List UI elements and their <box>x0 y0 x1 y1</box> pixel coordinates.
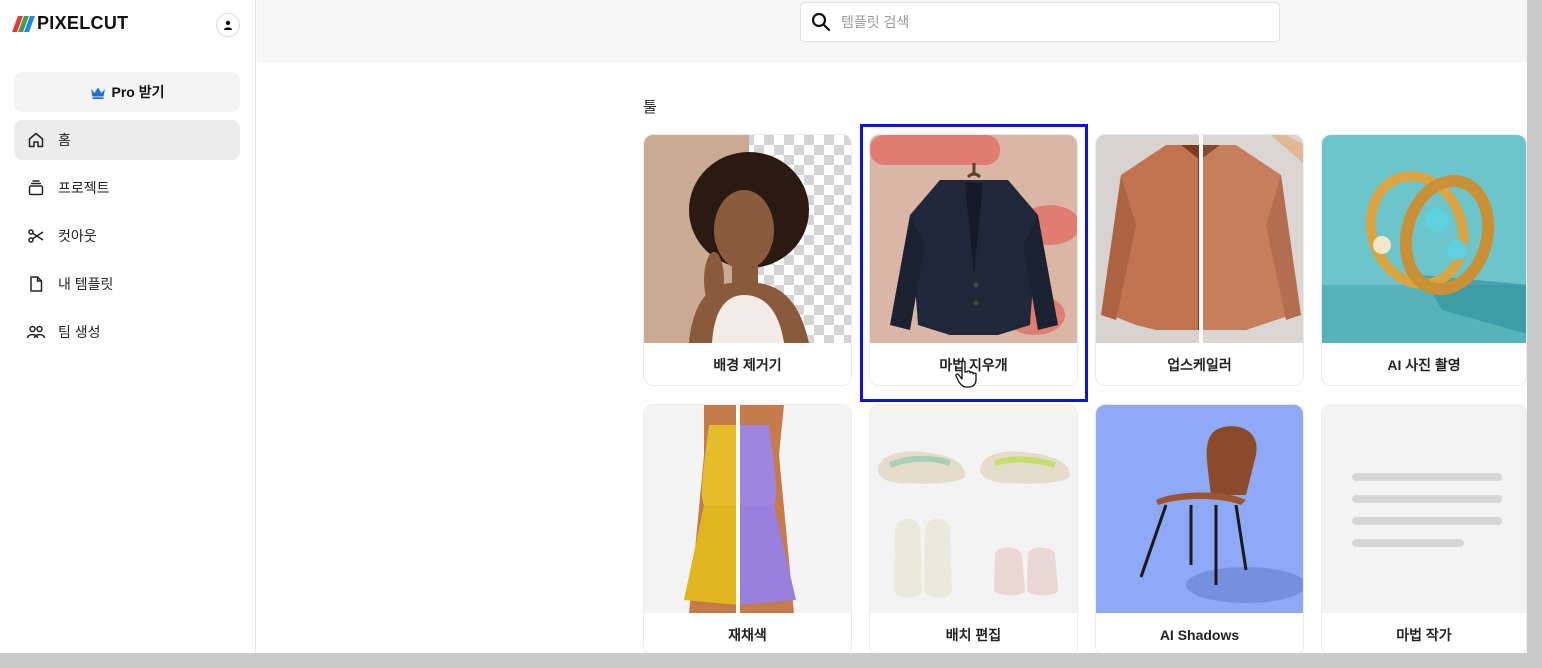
tools-section-title: 툴 <box>643 99 657 116</box>
tool-card-ai-shadows[interactable]: AI Shadows <box>1095 404 1304 653</box>
tool-thumbnail <box>644 135 851 343</box>
tool-card-ai-photoshoot[interactable]: AI 사진 촬영 <box>1321 134 1527 386</box>
sidebar-item-cutout[interactable]: 컷아웃 <box>14 216 240 256</box>
tool-card-label: AI 사진 촬영 <box>1387 357 1461 373</box>
tool-card-background-remover[interactable]: 배경 제거기 <box>643 134 852 386</box>
sidebar: PIXELCUT Pro 받기 홈 프로젝트 컷아웃 내 템플릿 팀 생성 <box>0 0 256 653</box>
sidebar-item-label: 내 템플릿 <box>58 276 114 292</box>
home-icon <box>26 130 46 150</box>
crown-icon <box>90 87 105 99</box>
sidebar-item-label: 프로젝트 <box>58 180 110 196</box>
hand-cursor-icon <box>955 360 977 388</box>
scissors-icon <box>26 226 46 246</box>
search-icon <box>811 12 831 32</box>
file-icon <box>26 274 46 294</box>
sidebar-item-label: 홈 <box>58 132 71 148</box>
tool-card-recolor[interactable]: 재채색 <box>643 404 852 653</box>
tool-thumbnail <box>1322 405 1526 613</box>
tool-card-label: 재채색 <box>728 627 767 643</box>
account-button[interactable] <box>216 13 240 37</box>
pixelcut-logo[interactable]: PIXELCUT <box>12 13 129 34</box>
brand-name: PIXELCUT <box>37 13 129 33</box>
tool-card-label: 배치 편집 <box>945 627 1002 643</box>
get-pro-button[interactable]: Pro 받기 <box>14 72 240 112</box>
tool-card-magic-writer[interactable]: 마법 작가 <box>1321 404 1527 653</box>
tool-card-upscaler[interactable]: 업스케일러 <box>1095 134 1304 386</box>
get-pro-label: Pro 받기 <box>111 84 165 100</box>
tool-thumbnail <box>644 405 851 613</box>
tool-card-label: AI Shadows <box>1159 627 1240 643</box>
sidebar-item-projects[interactable]: 프로젝트 <box>14 168 240 208</box>
sidebar-nav: 홈 프로젝트 컷아웃 내 템플릿 팀 생성 <box>14 120 240 360</box>
logo-mark-icon <box>12 15 35 32</box>
app-window: PIXELCUT Pro 받기 홈 프로젝트 컷아웃 내 템플릿 팀 생성 템플… <box>0 0 1527 653</box>
sidebar-item-create-team[interactable]: 팀 생성 <box>14 312 240 352</box>
tool-thumbnail <box>870 405 1077 613</box>
top-bar <box>257 0 1527 62</box>
tool-card-magic-eraser[interactable]: 마법 지우개 <box>869 134 1078 386</box>
tool-card-label: 배경 제거기 <box>713 357 782 373</box>
sidebar-item-label: 컷아웃 <box>58 228 97 244</box>
tool-card-label: 마법 작가 <box>1396 627 1452 643</box>
sidebar-item-my-templates[interactable]: 내 템플릿 <box>14 264 240 304</box>
tool-thumbnail <box>1322 135 1526 343</box>
team-icon <box>26 322 46 342</box>
sidebar-item-home[interactable]: 홈 <box>14 120 240 160</box>
search-box[interactable] <box>800 2 1280 42</box>
sidebar-item-label: 팀 생성 <box>58 324 101 340</box>
tool-thumbnail <box>1096 135 1303 343</box>
user-icon <box>224 20 232 30</box>
tool-card-label: 업스케일러 <box>1167 357 1232 373</box>
tool-thumbnail <box>1096 405 1303 613</box>
projects-icon <box>26 178 46 198</box>
tool-card-batch-edit[interactable]: 배치 편집 <box>869 404 1078 653</box>
tool-thumbnail <box>870 135 1077 343</box>
search-input[interactable] <box>841 14 1241 30</box>
